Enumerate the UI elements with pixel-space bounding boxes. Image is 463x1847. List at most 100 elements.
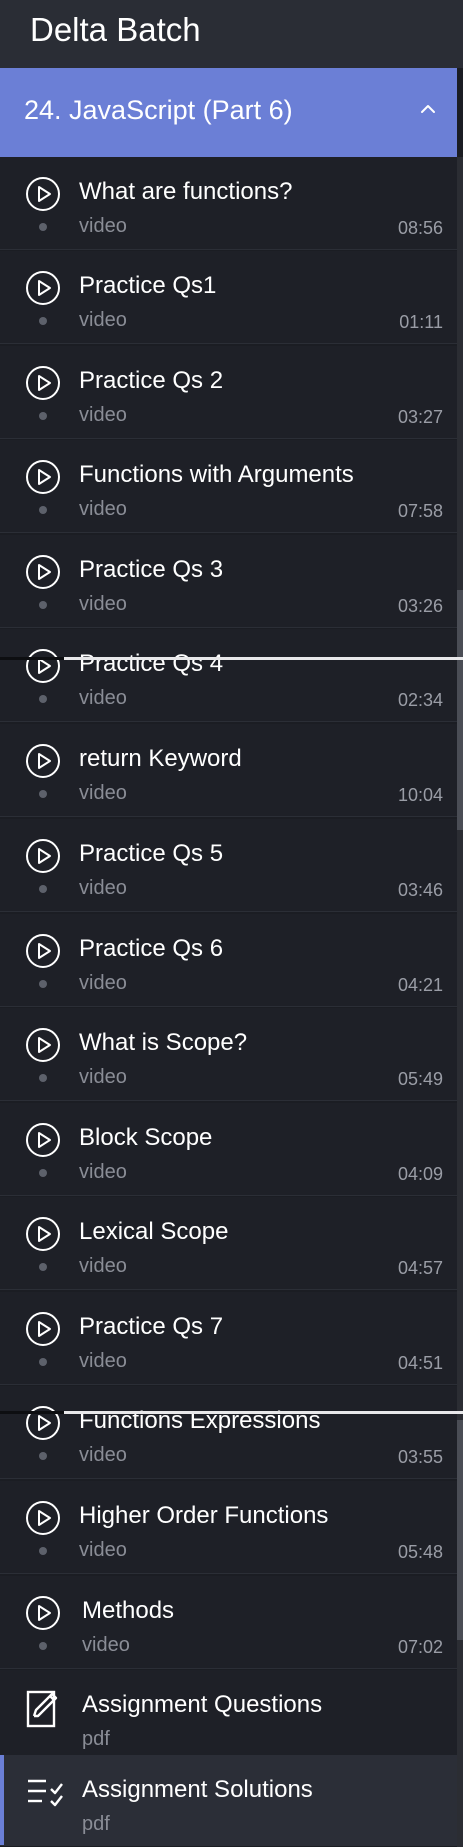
- lesson-type: video: [79, 1444, 127, 1466]
- lesson-duration: 04:51: [397, 1353, 443, 1373]
- lesson-type: video: [79, 404, 127, 426]
- progress-dot: [39, 601, 47, 609]
- lesson-title: What are functions?: [79, 178, 293, 205]
- progress-dot: [39, 885, 47, 893]
- lesson-row[interactable]: Practice Qs 4 video 02:34: [0, 629, 457, 722]
- lesson-row[interactable]: Practice Qs 5 video 03:46: [0, 819, 457, 912]
- lesson-row[interactable]: return Keyword video 10:04: [0, 724, 457, 817]
- lesson-type: video: [79, 1350, 127, 1372]
- lesson-title: What is Scope?: [79, 1029, 248, 1056]
- lesson-row[interactable]: Methods video 07:02: [0, 1576, 457, 1669]
- lesson-row[interactable]: Practice Qs 3 video 03:26: [0, 535, 457, 628]
- top-bar: Delta Batch: [0, 0, 463, 68]
- lesson-row[interactable]: Practice Qs 6 video 04:21: [0, 914, 457, 1007]
- play-circle-icon[interactable]: [25, 176, 61, 212]
- progress-dot: [39, 317, 47, 325]
- lesson-duration: 03:26: [397, 596, 443, 616]
- lesson-type: pdf: [82, 1813, 110, 1835]
- lesson-row[interactable]: Practice Qs 7 video 04:51: [0, 1292, 457, 1385]
- play-circle-icon[interactable]: [25, 743, 61, 779]
- section-title: 24. JavaScript (Part 6): [24, 95, 293, 125]
- lesson-duration: 04:21: [397, 975, 443, 995]
- active-indicator: [0, 1755, 4, 1845]
- lesson-type: video: [79, 1066, 127, 1088]
- play-circle-icon[interactable]: [25, 270, 61, 306]
- lesson-type: video: [79, 1539, 127, 1561]
- lesson-row[interactable]: Functions Expressions video 03:55: [0, 1386, 457, 1479]
- progress-dot: [39, 980, 47, 988]
- lesson-title: Practice Qs 5: [79, 840, 224, 867]
- lesson-row[interactable]: Block Scope video 04:09: [0, 1103, 457, 1196]
- play-circle-icon[interactable]: [25, 1500, 61, 1536]
- scrollbar-thumb[interactable]: [457, 590, 463, 830]
- lesson-title: Practice Qs 3: [79, 556, 224, 583]
- lesson-type: video: [79, 782, 127, 804]
- checklist-icon: [26, 1771, 64, 1813]
- play-circle-icon[interactable]: [25, 933, 61, 969]
- section-header[interactable]: 24. JavaScript (Part 6): [0, 68, 457, 157]
- progress-dot: [39, 790, 47, 798]
- lesson-row[interactable]: Functions with Arguments video 07:58: [0, 440, 457, 533]
- progress-dot: [39, 1263, 47, 1271]
- lesson-duration: 04:57: [397, 1258, 443, 1278]
- lesson-duration: 04:09: [397, 1164, 443, 1184]
- lesson-duration: 02:34: [397, 690, 443, 710]
- lesson-title: Functions with Arguments: [79, 461, 354, 488]
- lesson-title: Functions Expressions: [79, 1407, 321, 1434]
- course-title: Delta Batch: [30, 11, 201, 48]
- lesson-row[interactable]: What is Scope? video 05:49: [0, 1008, 457, 1101]
- progress-dot: [39, 223, 47, 231]
- lesson-type: video: [79, 593, 127, 615]
- lesson-type: video: [79, 498, 127, 520]
- section-divider: [0, 657, 64, 660]
- lesson-type: video: [79, 309, 127, 331]
- lesson-row[interactable]: Assignment Questions pdf: [0, 1670, 457, 1763]
- lesson-type: video: [82, 1634, 130, 1656]
- lesson-row[interactable]: Higher Order Functions video 05:48: [0, 1481, 457, 1574]
- lesson-duration: 03:55: [397, 1447, 443, 1467]
- progress-dot: [39, 1547, 47, 1555]
- lesson-type: video: [79, 1161, 127, 1183]
- lesson-title: Assignment Solutions: [82, 1776, 313, 1803]
- progress-dot: [39, 1358, 47, 1366]
- lesson-duration: 05:48: [397, 1542, 443, 1562]
- lesson-title: Practice Qs 2: [79, 367, 224, 394]
- play-circle-icon[interactable]: [25, 554, 61, 590]
- lesson-duration: 01:11: [399, 312, 443, 332]
- edit-document-icon: [26, 1686, 64, 1728]
- chevron-up-icon[interactable]: [417, 98, 439, 120]
- progress-dot: [39, 1169, 47, 1177]
- play-circle-icon[interactable]: [25, 1595, 61, 1631]
- lesson-title: Methods: [82, 1597, 175, 1624]
- play-circle-icon[interactable]: [25, 1216, 61, 1252]
- lesson-title: Practice Qs1: [79, 272, 217, 299]
- lesson-duration: 08:56: [397, 218, 443, 238]
- lesson-row[interactable]: Lexical Scope video 04:57: [0, 1197, 457, 1290]
- progress-dot: [39, 1452, 47, 1460]
- progress-dot: [39, 1074, 47, 1082]
- play-circle-icon[interactable]: [25, 459, 61, 495]
- lesson-row[interactable]: What are functions? video 08:56: [0, 157, 457, 250]
- lesson-title: return Keyword: [79, 745, 242, 772]
- play-circle-icon[interactable]: [25, 648, 61, 684]
- lesson-row[interactable]: Assignment Solutions pdf: [0, 1755, 457, 1846]
- lesson-title: Practice Qs 4: [79, 650, 224, 677]
- lesson-duration: 07:02: [397, 1637, 443, 1657]
- section-divider: [0, 1411, 64, 1414]
- lesson-duration: 03:27: [397, 407, 443, 427]
- progress-dot: [39, 1642, 47, 1650]
- lesson-duration: 07:58: [397, 501, 443, 521]
- section-divider: [64, 657, 463, 660]
- play-circle-icon[interactable]: [25, 1311, 61, 1347]
- play-circle-icon[interactable]: [25, 838, 61, 874]
- lesson-row[interactable]: Practice Qs1 video 01:11: [0, 251, 457, 344]
- lesson-duration: 05:49: [397, 1069, 443, 1089]
- scrollbar-thumb[interactable]: [457, 1420, 463, 1640]
- lesson-type: video: [79, 1255, 127, 1277]
- lesson-type: video: [79, 877, 127, 899]
- lesson-row[interactable]: Practice Qs 2 video 03:27: [0, 346, 457, 439]
- play-circle-icon[interactable]: [25, 1027, 61, 1063]
- play-circle-icon[interactable]: [25, 365, 61, 401]
- lesson-type: video: [79, 972, 127, 994]
- play-circle-icon[interactable]: [25, 1122, 61, 1158]
